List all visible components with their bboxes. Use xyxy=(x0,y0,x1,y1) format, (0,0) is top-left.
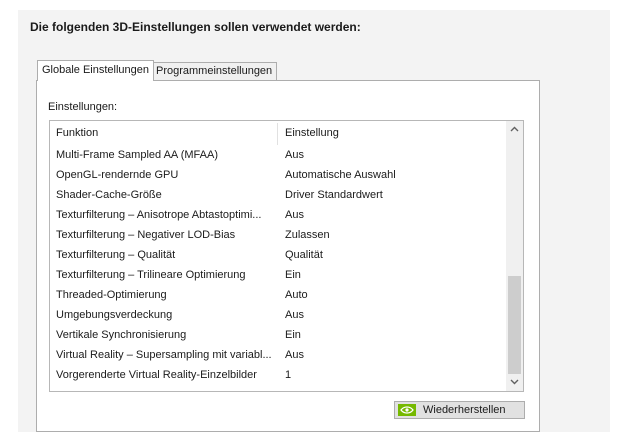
function-cell: Virtual Reality – Supersampling mit vari… xyxy=(56,349,272,361)
setting-cell[interactable]: Ein xyxy=(285,265,505,285)
restore-button-label: Wiederherstellen xyxy=(423,404,506,416)
setting-cell[interactable]: Aus xyxy=(285,305,505,325)
settings-panel: Die folgenden 3D-Einstellungen sollen ve… xyxy=(18,10,610,432)
setting-cell[interactable]: Aus xyxy=(285,345,505,365)
setting-cell[interactable]: Qualität xyxy=(285,245,505,265)
function-cell: Threaded-Optimierung xyxy=(56,289,167,301)
setting-cell[interactable]: Zulassen xyxy=(285,225,505,245)
vertical-scrollbar[interactable] xyxy=(506,121,523,391)
list-item[interactable]: Multi-Frame Sampled AA (MFAA) Aus xyxy=(50,145,507,165)
scroll-up-icon[interactable] xyxy=(506,121,523,138)
list-item[interactable]: Virtual Reality – Supersampling mit vari… xyxy=(50,345,507,365)
scrollbar-thumb[interactable] xyxy=(508,276,521,374)
list-item[interactable]: Umgebungsverdeckung Aus xyxy=(50,305,507,325)
setting-cell[interactable]: Aus xyxy=(285,205,505,225)
function-cell: Texturfilterung – Anisotrope Abtastoptim… xyxy=(56,209,262,221)
column-header-function[interactable]: Funktion xyxy=(56,127,98,139)
function-cell: Multi-Frame Sampled AA (MFAA) xyxy=(56,149,218,161)
settings-list: Funktion Einstellung Multi-Frame Sampled… xyxy=(49,120,524,392)
list-item[interactable]: Vorgerenderte Virtual Reality-Einzelbild… xyxy=(50,365,507,385)
setting-cell[interactable]: Driver Standardwert xyxy=(285,185,505,205)
function-cell: Shader-Cache-Größe xyxy=(56,189,162,201)
list-item[interactable]: Texturfilterung – Negativer LOD-Bias Zula… xyxy=(50,225,507,245)
function-cell: Texturfilterung – Trilineare Optimierung xyxy=(56,269,246,281)
list-rows: Multi-Frame Sampled AA (MFAA) Aus OpenGL-… xyxy=(50,145,507,385)
list-item[interactable]: Texturfilterung – Anisotrope Abtastoptim… xyxy=(50,205,507,225)
list-header: Funktion Einstellung xyxy=(50,121,507,145)
list-item[interactable]: Threaded-Optimierung Auto xyxy=(50,285,507,305)
page-heading: Die folgenden 3D-Einstellungen sollen ve… xyxy=(30,20,361,34)
tab-global-settings[interactable]: Globale Einstellungen xyxy=(37,60,155,81)
list-item[interactable]: OpenGL-rendernde GPU Automatische Auswahl xyxy=(50,165,507,185)
tab-program-settings[interactable]: Programmeinstellungen xyxy=(151,62,278,80)
list-item[interactable]: Texturfilterung – Qualität Qualität xyxy=(50,245,507,265)
setting-cell[interactable]: Ein xyxy=(285,325,505,345)
list-item[interactable]: Shader-Cache-Größe Driver Standardwert xyxy=(50,185,507,205)
restore-button[interactable]: Wiederherstellen xyxy=(394,401,525,419)
function-cell: Vorgerenderte Virtual Reality-Einzelbild… xyxy=(56,369,257,381)
function-cell: Umgebungsverdeckung xyxy=(56,309,173,321)
function-cell: Texturfilterung – Qualität xyxy=(56,249,176,261)
function-cell: Vertikale Synchronisierung xyxy=(56,329,187,341)
nvidia-logo-icon xyxy=(398,404,416,416)
function-cell: OpenGL-rendernde GPU xyxy=(56,169,179,181)
scroll-down-icon[interactable] xyxy=(506,374,523,391)
function-cell: Texturfilterung – Negativer LOD-Bias xyxy=(56,229,236,241)
list-item[interactable]: Vertikale Synchronisierung Ein xyxy=(50,325,507,345)
setting-cell[interactable]: Automatische Auswahl xyxy=(285,165,505,185)
setting-cell[interactable]: 1 xyxy=(285,365,505,385)
settings-label: Einstellungen: xyxy=(48,101,118,113)
tab-content: Einstellungen: Funktion Einstellung Mult… xyxy=(36,80,540,432)
setting-cell[interactable]: Aus xyxy=(285,145,505,165)
list-item[interactable]: Texturfilterung – Trilineare Optimierung… xyxy=(50,265,507,285)
column-divider[interactable] xyxy=(277,123,278,145)
column-header-setting[interactable]: Einstellung xyxy=(285,127,339,139)
setting-cell[interactable]: Auto xyxy=(285,285,505,305)
